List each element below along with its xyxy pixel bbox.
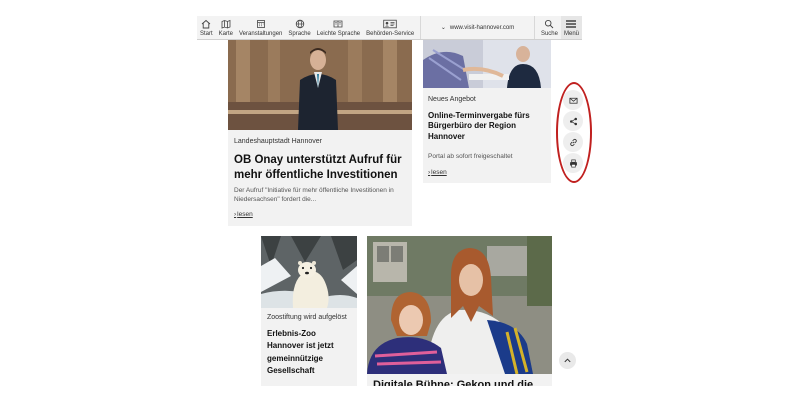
globe-icon — [295, 19, 304, 29]
article-kicker: Zoostiftung wird aufgelöst — [267, 314, 347, 321]
read-more-link[interactable]: ›lesen — [234, 211, 253, 218]
nav-map-label: Karte — [218, 31, 234, 37]
read-more-label: lesen — [237, 211, 253, 218]
nav-start-label: Start — [200, 31, 213, 37]
copy-link-button[interactable] — [563, 132, 583, 152]
article-image-mayor — [228, 40, 412, 130]
nav-events-label: Veranstaltungen — [239, 31, 283, 37]
share-button[interactable] — [563, 111, 583, 131]
nav-authority-service-label: Behörden-Service — [366, 31, 415, 37]
article-kicker: Neues Angebot — [428, 96, 476, 103]
article-card[interactable]: Zoostiftung wird aufgelöst Erlebnis-Zoo … — [261, 236, 357, 386]
article-card[interactable]: Neues Angebot Online-Terminvergabe fürs … — [423, 40, 551, 183]
article-card[interactable]: Landeshauptstadt Hannover OB Onay unters… — [228, 40, 412, 226]
nav-search-label: Suche — [540, 31, 558, 37]
id-card-icon — [383, 19, 397, 29]
article-title[interactable]: OB Onay unterstützt Aufruf für mehr öffe… — [234, 153, 404, 183]
nav-authority-service[interactable]: Behörden-Service — [363, 16, 417, 39]
article-teaser: Portal ab sofort freigeschaltet — [428, 153, 513, 160]
print-icon — [569, 159, 577, 167]
easy-language-icon — [334, 20, 343, 28]
article-teaser: Der Aufruf "Initiative für mehr öffentli… — [234, 187, 394, 204]
read-more-link[interactable]: ›lesen — [428, 169, 447, 176]
nav-map[interactable]: Karte — [216, 16, 236, 39]
article-title[interactable]: Erlebnis-Zoo Hannover ist jetzt gemeinnü… — [267, 328, 353, 378]
nav-events[interactable]: Veranstaltungen — [236, 16, 285, 39]
nav-language-label: Sprache — [288, 31, 311, 37]
nav-language[interactable]: Sprache — [285, 16, 313, 39]
chevron-down-icon: ⌄ — [440, 25, 446, 31]
article-title[interactable]: Online-Terminvergabe fürs Bürgerbüro der… — [428, 111, 546, 142]
chevron-up-icon — [564, 358, 571, 363]
search-icon — [545, 19, 554, 29]
mail-icon — [568, 97, 578, 104]
chevron-right-icon: › — [428, 169, 431, 176]
calendar-icon — [256, 20, 265, 28]
nav-menu-label: Menü — [563, 31, 579, 37]
read-more-label: lesen — [431, 169, 447, 176]
portal-selector[interactable]: ⌄ www.visit-hannover.com — [420, 16, 535, 39]
chevron-right-icon: › — [234, 211, 237, 218]
nav-search[interactable]: Suche — [538, 16, 561, 39]
nav-easy-language-label: Leichte Sprache — [316, 31, 361, 37]
article-image-stage — [367, 236, 552, 374]
article-title[interactable]: Digitale Bühne: Gekon und die... — [373, 378, 548, 386]
share-icon — [569, 117, 577, 125]
top-navigation: Start Karte Veranstaltungen Sprache Leic… — [197, 16, 582, 40]
print-button[interactable] — [563, 153, 583, 173]
article-kicker: Landeshauptstadt Hannover — [234, 138, 322, 145]
hamburger-icon — [566, 20, 577, 28]
article-card[interactable]: Digitale Bühne: Gekon und die... — [367, 236, 552, 386]
article-image-polar-bear — [261, 236, 357, 308]
share-mail-button[interactable] — [563, 90, 583, 110]
portal-url: www.visit-hannover.com — [449, 24, 515, 31]
article-image-office — [423, 40, 551, 88]
back-to-top-button[interactable] — [559, 352, 576, 369]
home-icon — [202, 19, 211, 29]
map-icon — [221, 19, 231, 29]
nav-easy-language[interactable]: Leichte Sprache — [314, 16, 363, 39]
link-icon — [569, 138, 577, 146]
nav-start[interactable]: Start — [197, 16, 216, 39]
nav-menu[interactable]: Menü — [560, 16, 582, 39]
